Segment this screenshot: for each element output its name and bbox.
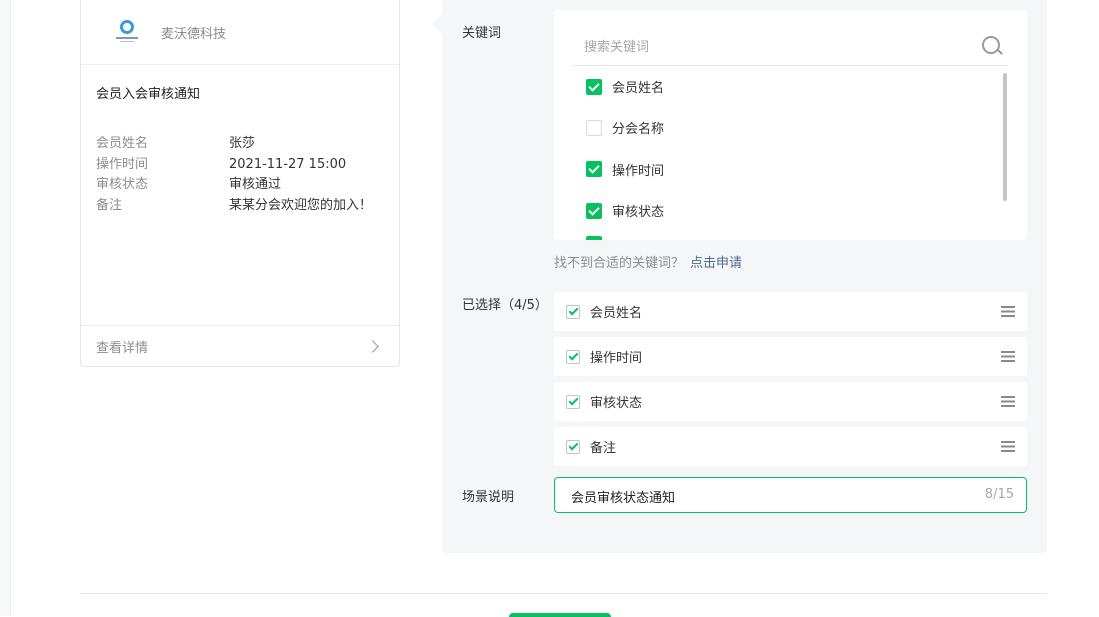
selected-keyword-label: 操作时间 xyxy=(590,351,643,366)
selected-label: 已选择（4/5） xyxy=(462,298,548,313)
left-rail xyxy=(0,0,11,616)
selected-keyword-label: 会员姓名 xyxy=(590,306,643,321)
keyword-hint-text: 找不到合适的关键词？ xyxy=(554,256,685,271)
checkbox-checked-icon[interactable] xyxy=(586,161,602,178)
keyword-list-scrollbar[interactable] xyxy=(1003,73,1007,201)
field-row: 会员姓名 张莎 xyxy=(96,134,372,155)
field-value: 2021-11-27 15:00 xyxy=(229,156,347,172)
char-counter: 8/15 xyxy=(984,487,1014,502)
selected-keyword-row[interactable]: 操作时间 xyxy=(554,337,1027,376)
field-key: 审核状态 xyxy=(96,177,149,192)
keyword-picker: 搜索关键词 会员姓名 分会名称 操作时间 审核状态 xyxy=(554,10,1027,240)
chevron-right-icon xyxy=(366,339,379,353)
drag-handle-icon[interactable] xyxy=(1001,306,1015,317)
keyword-option[interactable]: 操作时间 xyxy=(586,149,664,190)
selected-keyword-row[interactable]: 会员姓名 xyxy=(554,292,1027,331)
checkbox-checked-icon[interactable] xyxy=(566,439,580,454)
checkbox-unchecked-icon[interactable] xyxy=(586,119,602,136)
keyword-search[interactable]: 搜索关键词 xyxy=(572,20,1008,66)
notification-title: 会员入会审核通知 xyxy=(96,87,201,102)
message-preview-card: 麦沃德科技 会员入会审核通知 会员姓名 张莎 操作时间 2021-11-27 1… xyxy=(80,0,400,367)
brand-logo-icon xyxy=(114,19,140,45)
selected-keyword-row[interactable]: 备注 xyxy=(554,427,1027,466)
keyword-option[interactable]: 会员姓名 xyxy=(586,66,664,107)
view-detail-link[interactable]: 查看详情 xyxy=(81,325,399,366)
field-key: 会员姓名 xyxy=(96,136,149,151)
checkbox-checked-icon[interactable] xyxy=(586,202,602,219)
field-value: 审核通过 xyxy=(229,177,282,192)
drag-handle-icon[interactable] xyxy=(1001,396,1015,407)
checkbox-checked-icon[interactable] xyxy=(566,349,580,364)
checkbox-checked-icon[interactable] xyxy=(586,78,602,95)
field-row: 备注 某某分会欢迎您的加入！ xyxy=(96,196,372,217)
keyword-option[interactable]: 分会名称 xyxy=(586,107,664,148)
keyword-option-label: 操作时间 xyxy=(612,163,665,179)
field-value: 张莎 xyxy=(229,136,256,151)
keyword-option[interactable]: 审核状态 xyxy=(586,190,664,231)
field-list: 会员姓名 张莎 操作时间 2021-11-27 15:00 审核状态 审核通过 … xyxy=(96,134,372,216)
search-icon[interactable] xyxy=(982,36,1000,54)
checkbox-checked-icon[interactable] xyxy=(566,394,580,409)
scene-description-value: 会员审核状态通知 xyxy=(571,491,676,506)
keyword-option-label: 会员姓名 xyxy=(612,81,665,97)
keyword-option-label: 分会名称 xyxy=(612,122,665,138)
search-input[interactable]: 搜索关键词 xyxy=(584,36,649,55)
keyword-option-label: 审核状态 xyxy=(612,205,665,221)
view-detail-label: 查看详情 xyxy=(96,340,149,356)
template-settings-panel: 关键词 搜索关键词 会员姓名 分会名称 操作时间 审核状态 找不到合适的关键词？… xyxy=(442,0,1047,553)
keyword-list: 会员姓名 分会名称 操作时间 审核状态 xyxy=(586,66,664,231)
field-key: 备注 xyxy=(96,197,123,213)
drag-handle-icon[interactable] xyxy=(1001,351,1015,362)
field-value: 某某分会欢迎您的加入！ xyxy=(229,197,373,213)
panel-pointer xyxy=(432,14,442,34)
card-header: 麦沃德科技 xyxy=(81,0,399,65)
brand-name: 麦沃德科技 xyxy=(161,26,227,42)
selected-keyword-row[interactable]: 审核状态 xyxy=(554,382,1027,421)
checkbox-checked-icon[interactable] xyxy=(566,304,580,319)
keyword-hint: 找不到合适的关键词？ 点击申请 xyxy=(554,252,742,271)
submit-button[interactable] xyxy=(509,613,611,617)
selected-keyword-label: 备注 xyxy=(590,441,617,456)
apply-keyword-link[interactable]: 点击申请 xyxy=(690,256,742,271)
footer-divider xyxy=(80,593,1047,594)
scene-description-input[interactable]: 会员审核状态通知 8/15 xyxy=(554,477,1027,513)
field-key: 操作时间 xyxy=(96,156,149,172)
selected-keyword-label: 审核状态 xyxy=(590,396,643,411)
field-row: 审核状态 审核通过 xyxy=(96,175,372,196)
checkbox-partial-icon xyxy=(586,236,602,240)
drag-handle-icon[interactable] xyxy=(1001,441,1015,452)
scene-label: 场景说明 xyxy=(462,490,515,505)
keywords-label: 关键词 xyxy=(462,26,502,41)
field-row: 操作时间 2021-11-27 15:00 xyxy=(96,155,372,176)
